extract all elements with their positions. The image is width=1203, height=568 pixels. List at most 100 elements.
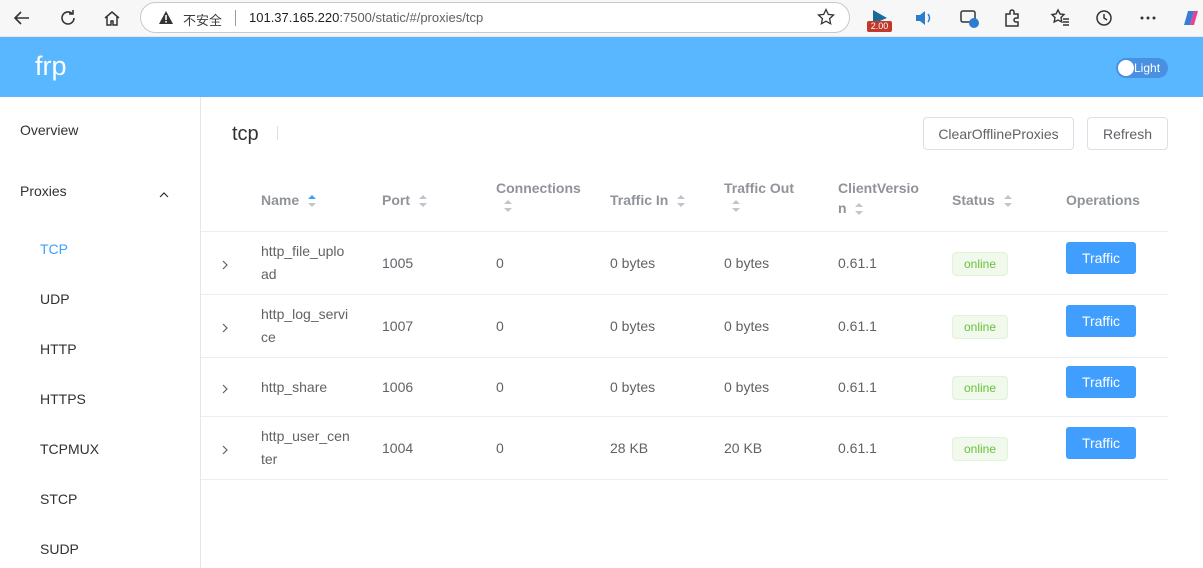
- status-badge: online: [952, 315, 1008, 339]
- sort-icon[interactable]: [1003, 194, 1013, 208]
- proxy-name: http_share: [261, 379, 328, 395]
- expand-chevron-icon[interactable]: [221, 381, 229, 399]
- read-aloud-icon[interactable]: [910, 4, 938, 32]
- proxy-client-version: 0.61.1: [838, 440, 877, 456]
- column-header-connections[interactable]: Connections: [496, 178, 581, 218]
- proxy-traffic-in: 0 bytes: [610, 318, 656, 334]
- proxy-connections: 0: [496, 440, 504, 456]
- table-row[interactable]: http_log_servi ce 1007 0 0 bytes 0 bytes …: [201, 295, 1168, 358]
- app-header: frp: [0, 37, 1203, 97]
- favorite-star-icon[interactable]: [817, 7, 835, 31]
- table-row[interactable]: http_share 1006 0 0 bytes 0 bytes 0.61.1…: [201, 358, 1168, 417]
- traffic-button[interactable]: Traffic: [1066, 366, 1136, 398]
- proxy-port: 1007: [382, 318, 414, 334]
- proxy-port: 1004: [382, 440, 414, 456]
- sort-icon[interactable]: [503, 199, 513, 213]
- favorites-icon[interactable]: [1046, 4, 1074, 32]
- home-icon[interactable]: [98, 4, 126, 32]
- column-label-client-version-line2: n: [838, 200, 847, 216]
- proxy-traffic-out: 0 bytes: [724, 255, 770, 271]
- url-text[interactable]: 101.37.165.220:7500/static/#/proxies/tcp: [249, 10, 483, 25]
- collections-icon[interactable]: [956, 4, 984, 32]
- theme-toggle[interactable]: Light: [1116, 58, 1168, 78]
- sidebar-item-stcp[interactable]: STCP: [40, 491, 77, 507]
- column-header-port[interactable]: Port: [382, 190, 428, 210]
- column-header-client-version[interactable]: ClientVersio n: [838, 178, 919, 218]
- chevron-up-icon[interactable]: [159, 186, 169, 204]
- column-label-status: Status: [952, 192, 995, 208]
- address-bar[interactable]: 不安全 101.37.165.220:7500/static/#/proxies…: [140, 2, 850, 33]
- column-label-name: Name: [261, 192, 300, 208]
- proxy-connections: 0: [496, 379, 504, 395]
- sidebar-item-sudp[interactable]: SUDP: [40, 541, 79, 557]
- back-icon[interactable]: [8, 4, 36, 32]
- insecure-label[interactable]: 不安全: [183, 10, 222, 29]
- sidebar-item-https[interactable]: HTTPS: [40, 391, 86, 407]
- sort-icon[interactable]: [418, 194, 428, 208]
- sidebar-item-tcpmux[interactable]: TCPMUX: [40, 441, 99, 457]
- column-label-port: Port: [382, 192, 410, 208]
- clear-offline-proxies-button[interactable]: ClearOfflineProxies: [923, 117, 1074, 150]
- proxy-client-version: 0.61.1: [838, 255, 877, 271]
- sidebar-item-udp[interactable]: UDP: [40, 291, 70, 307]
- table-row[interactable]: http_user_cen ter 1004 0 28 KB 20 KB 0.61…: [201, 417, 1168, 480]
- column-label-traffic-in: Traffic In: [610, 192, 669, 208]
- app-logo[interactable]: frp: [35, 51, 67, 82]
- proxy-client-version: 0.61.1: [838, 318, 877, 334]
- proxy-traffic-in: 0 bytes: [610, 255, 656, 271]
- expand-chevron-icon[interactable]: [221, 442, 229, 460]
- warning-icon[interactable]: [158, 10, 174, 30]
- status-badge: online: [952, 437, 1008, 461]
- expand-chevron-icon[interactable]: [221, 320, 229, 338]
- proxy-name: http_file_uplo ad: [261, 243, 345, 282]
- reload-icon[interactable]: [54, 4, 82, 32]
- proxy-traffic-in: 28 KB: [610, 440, 649, 456]
- url-path: :7500/static/#/proxies/tcp: [339, 10, 484, 25]
- sort-icon[interactable]: [676, 194, 686, 208]
- sidebar-item-overview[interactable]: Overview: [20, 122, 78, 138]
- proxy-traffic-out: 20 KB: [724, 440, 763, 456]
- proxy-connections: 0: [496, 255, 504, 271]
- column-header-status[interactable]: Status: [952, 190, 1013, 210]
- sort-ascending-icon[interactable]: [307, 194, 317, 208]
- history-icon[interactable]: [1090, 4, 1118, 32]
- address-divider: [235, 10, 236, 26]
- traffic-button[interactable]: Traffic: [1066, 242, 1136, 274]
- traffic-button[interactable]: Traffic: [1066, 427, 1136, 459]
- extensions-puzzle-icon[interactable]: [998, 4, 1026, 32]
- sidebar-item-proxies[interactable]: Proxies: [20, 183, 67, 199]
- column-header-traffic-in[interactable]: Traffic In: [610, 190, 686, 210]
- sidebar-item-tcp[interactable]: TCP: [40, 241, 68, 257]
- refresh-button[interactable]: Refresh: [1087, 117, 1168, 150]
- proxy-name: http_log_servi ce: [261, 306, 349, 345]
- column-label-traffic-out: Traffic Out: [724, 180, 795, 196]
- proxy-traffic-in: 0 bytes: [610, 379, 656, 395]
- proxy-port: 1005: [382, 255, 414, 271]
- theme-label: Light: [1134, 61, 1161, 75]
- extension-badge: 2.00: [867, 21, 892, 32]
- column-header-name[interactable]: Name: [261, 190, 317, 210]
- page-title: tcp: [232, 123, 259, 145]
- expand-chevron-icon[interactable]: [221, 257, 229, 275]
- table-header: Name Port Connections Traffic In Traffic…: [201, 172, 1168, 232]
- status-badge: online: [952, 252, 1008, 276]
- sort-icon[interactable]: [731, 199, 741, 213]
- copilot-icon[interactable]: [1177, 4, 1203, 32]
- status-badge: online: [952, 376, 1008, 400]
- sidebar-item-http[interactable]: HTTP: [40, 341, 77, 357]
- proxy-traffic-out: 0 bytes: [724, 318, 770, 334]
- title-divider: [277, 126, 278, 140]
- column-header-traffic-out[interactable]: Traffic Out: [724, 178, 794, 218]
- proxy-name: http_user_cen ter: [261, 428, 350, 467]
- toggle-knob: [1118, 60, 1134, 76]
- proxy-client-version: 0.61.1: [838, 379, 877, 395]
- table-row[interactable]: http_file_uplo ad 1005 0 0 bytes 0 bytes …: [201, 232, 1168, 295]
- sidebar: [0, 97, 201, 568]
- proxy-connections: 0: [496, 318, 504, 334]
- url-host: 101.37.165.220: [249, 10, 340, 25]
- browser-toolbar: 不安全 101.37.165.220:7500/static/#/proxies…: [0, 0, 1203, 37]
- column-label-connections: Connections: [496, 180, 581, 196]
- sort-icon[interactable]: [854, 202, 864, 216]
- traffic-button[interactable]: Traffic: [1066, 305, 1136, 337]
- more-menu-icon[interactable]: [1134, 4, 1162, 32]
